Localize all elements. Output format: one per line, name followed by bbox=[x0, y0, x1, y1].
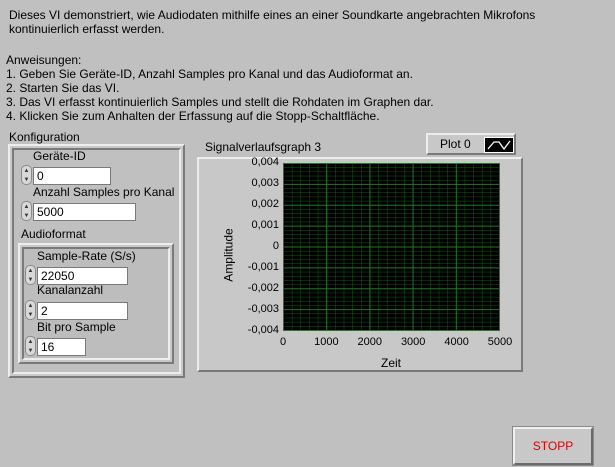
bits-per-sample-field[interactable]: 16 bbox=[37, 338, 86, 356]
increment-arrow-icon[interactable]: ▲ bbox=[28, 303, 34, 309]
sample-rate-label: Sample-Rate (S/s) bbox=[37, 249, 136, 263]
instruction-step: 1. Geben Sie Geräte-ID, Anzahl Samples p… bbox=[6, 67, 413, 81]
y-tick-label: -0,004 bbox=[247, 324, 279, 336]
x-tick-label: 4000 bbox=[444, 336, 469, 348]
x-tick-label: 2000 bbox=[357, 336, 383, 348]
stop-button[interactable]: STOPP bbox=[512, 426, 594, 466]
instructions: Anweisungen: 1. Geben Sie Geräte-ID, Anz… bbox=[6, 53, 606, 123]
plot-grid bbox=[283, 163, 500, 331]
decrement-arrow-icon[interactable]: ▼ bbox=[28, 348, 34, 354]
audioformat-title: Audioformat bbox=[21, 227, 86, 241]
samples-per-channel-stepper[interactable]: ▲ ▼ bbox=[21, 201, 32, 221]
samples-per-channel-field[interactable]: 5000 bbox=[33, 203, 136, 221]
x-tick-label: 5000 bbox=[487, 336, 513, 348]
device-id-stepper[interactable]: ▲ ▼ bbox=[21, 165, 32, 185]
graph-title: Signalverlaufsgraph 3 bbox=[205, 140, 322, 154]
decrement-arrow-icon[interactable]: ▼ bbox=[24, 213, 30, 219]
increment-arrow-icon[interactable]: ▲ bbox=[24, 204, 30, 210]
y-tick-label: 0 bbox=[272, 240, 279, 252]
instruction-step: 4. Klicken Sie zum Anhalten der Erfassun… bbox=[6, 109, 380, 123]
y-tick-label: 0,001 bbox=[251, 219, 279, 231]
sample-rate-stepper[interactable]: ▲ ▼ bbox=[25, 265, 36, 285]
channels-label: Kanalanzahl bbox=[37, 283, 104, 297]
bits-per-sample-label: Bit pro Sample bbox=[37, 320, 116, 334]
x-tick-label: 3000 bbox=[400, 336, 426, 348]
increment-arrow-icon[interactable]: ▲ bbox=[28, 339, 34, 345]
plot-area[interactable] bbox=[283, 163, 500, 331]
increment-arrow-icon[interactable]: ▲ bbox=[24, 168, 30, 174]
y-tick-label: 0,004 bbox=[251, 156, 279, 168]
increment-arrow-icon[interactable]: ▲ bbox=[28, 268, 34, 274]
plot-legend[interactable]: Plot 0 bbox=[426, 133, 516, 155]
plot-legend-label: Plot 0 bbox=[440, 137, 471, 151]
y-axis-label: Amplitude bbox=[221, 228, 236, 282]
y-tick-label: -0,002 bbox=[247, 282, 279, 294]
config-title: Konfiguration bbox=[9, 130, 80, 144]
x-axis-label: Zeit bbox=[381, 356, 402, 370]
y-tick-label: 0,003 bbox=[251, 177, 279, 189]
channels-field[interactable]: 2 bbox=[37, 302, 128, 320]
y-tick-label: -0,003 bbox=[247, 303, 279, 315]
decrement-arrow-icon[interactable]: ▼ bbox=[28, 312, 34, 318]
instruction-step: 2. Starten Sie das VI. bbox=[6, 81, 120, 95]
y-tick-label: 0,002 bbox=[251, 198, 279, 210]
device-id-label: Geräte-ID bbox=[33, 149, 86, 163]
instruction-step: 3. Das VI erfasst kontinuierlich Samples… bbox=[6, 95, 434, 109]
instructions-heading: Anweisungen: bbox=[6, 53, 82, 67]
x-tick-label: 1000 bbox=[314, 336, 339, 348]
x-tick-label: 0 bbox=[279, 336, 287, 348]
vi-description: Dieses VI demonstriert, wie Audiodaten m… bbox=[9, 8, 536, 36]
decrement-arrow-icon[interactable]: ▼ bbox=[24, 177, 30, 183]
waveform-icon bbox=[484, 137, 514, 153]
decrement-arrow-icon[interactable]: ▼ bbox=[28, 277, 34, 283]
y-tick-label: -0,001 bbox=[247, 261, 279, 273]
channels-stepper[interactable]: ▲ ▼ bbox=[25, 300, 36, 320]
device-id-field[interactable]: 0 bbox=[33, 167, 111, 185]
bits-per-sample-stepper[interactable]: ▲ ▼ bbox=[25, 336, 36, 356]
samples-per-channel-label: Anzahl Samples pro Kanal bbox=[33, 185, 175, 199]
